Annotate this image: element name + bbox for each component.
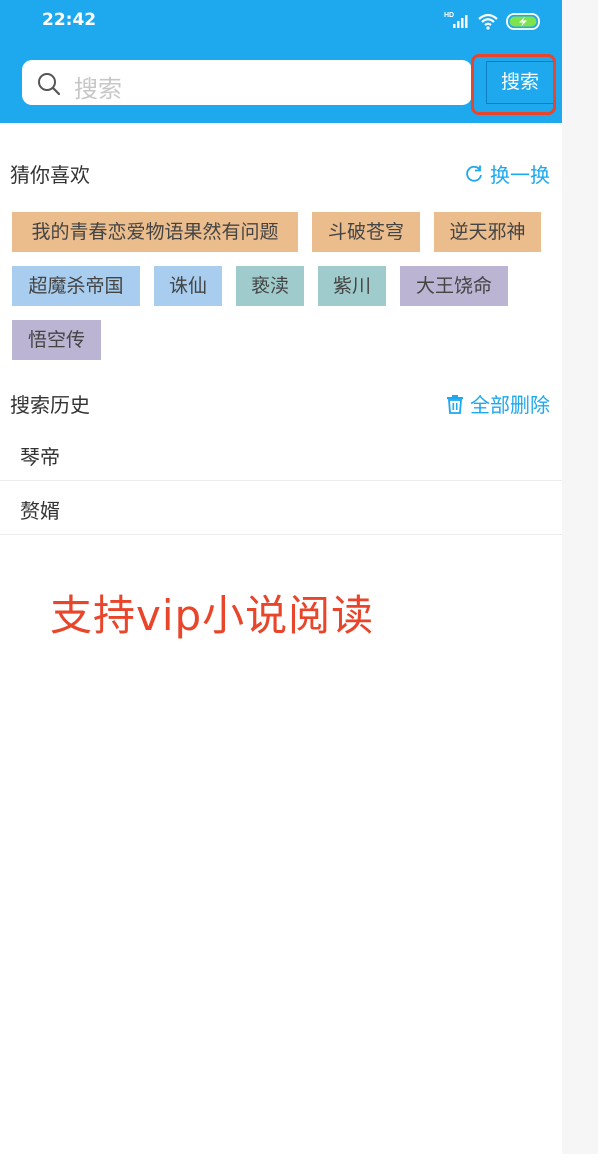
tag-item[interactable]: 大王饶命: [400, 266, 508, 306]
tag-item[interactable]: 紫川: [318, 266, 386, 306]
app-screen: 22:42 HD 搜索 搜索 猜你喜欢 换一换 我的青春恋爱物语果然有问题 斗破…: [0, 0, 562, 1154]
history-item[interactable]: 琴帝: [0, 427, 562, 481]
refresh-label: 换一换: [490, 163, 550, 187]
battery-charging-icon: [506, 13, 540, 30]
history-item-label: 琴帝: [20, 445, 60, 469]
tag-item[interactable]: 亵渎: [236, 266, 304, 306]
refresh-button[interactable]: 换一换: [464, 159, 550, 188]
history-item[interactable]: 赘婿: [0, 481, 562, 535]
search-button-highlight: [471, 54, 556, 115]
refresh-icon: [466, 165, 482, 182]
promo-text: 支持vip小说阅读: [50, 591, 375, 640]
recommend-title: 猜你喜欢: [10, 163, 90, 187]
status-icons: HD: [444, 10, 544, 32]
wifi-icon: [478, 13, 498, 30]
history-title: 搜索历史: [10, 393, 90, 417]
tag-item[interactable]: 悟空传: [12, 320, 101, 360]
right-margin: [562, 0, 598, 1154]
status-time: 22:42: [42, 10, 97, 30]
trash-icon: [447, 394, 463, 414]
history-item-label: 赘婿: [20, 499, 60, 523]
signal-icon: HD: [444, 12, 468, 28]
tag-item[interactable]: 诛仙: [154, 266, 222, 306]
search-placeholder: 搜索: [74, 75, 122, 103]
search-icon: [38, 73, 61, 96]
tag-item[interactable]: 斗破苍穹: [312, 212, 420, 252]
tag-item[interactable]: 逆天邪神: [434, 212, 541, 252]
tag-item[interactable]: 我的青春恋爱物语果然有问题: [12, 212, 298, 252]
tag-item[interactable]: 超魔杀帝国: [12, 266, 140, 306]
svg-text:HD: HD: [444, 12, 454, 19]
clear-history-button[interactable]: 全部删除: [446, 389, 550, 418]
clear-history-label: 全部删除: [470, 393, 550, 417]
search-input[interactable]: 搜索: [22, 60, 472, 105]
